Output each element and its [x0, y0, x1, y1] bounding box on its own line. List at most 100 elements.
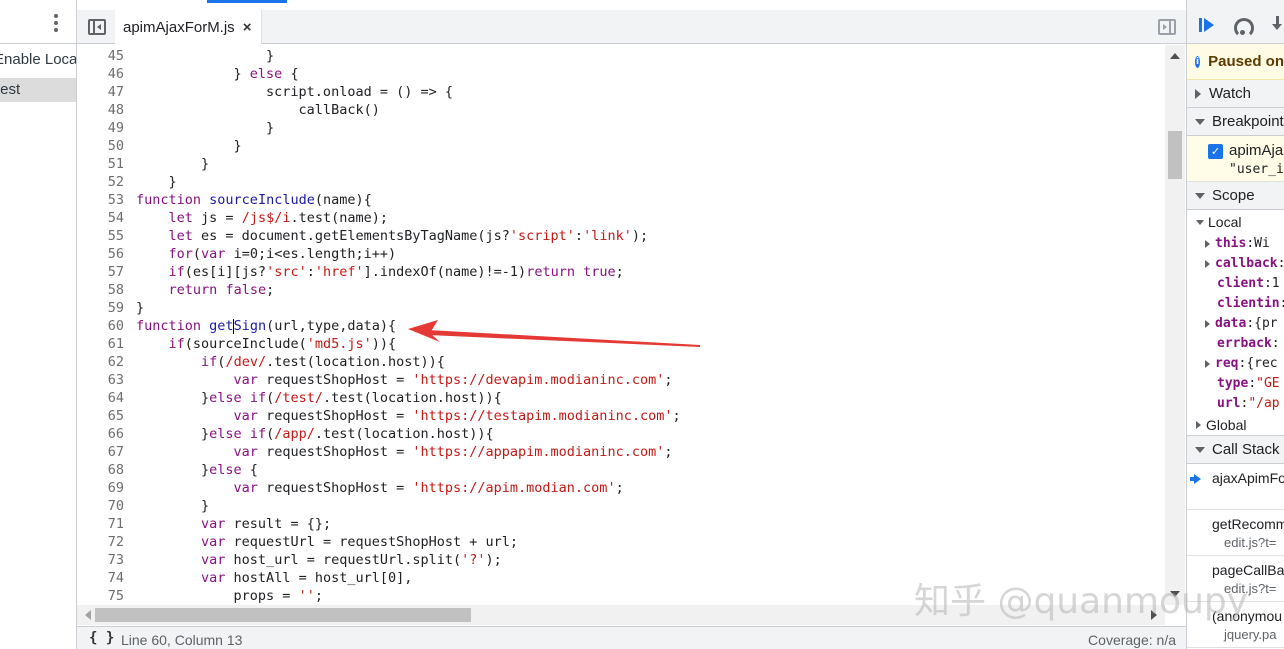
expand-icon[interactable] [1205, 360, 1210, 368]
scope-global[interactable]: Global [1187, 414, 1284, 436]
code-line[interactable]: 53 function sourceInclude(name){ [77, 191, 1167, 209]
line-number[interactable]: 62 [77, 353, 124, 371]
code-line[interactable]: 71 var result = {}; [77, 515, 1167, 533]
scope-property[interactable]: errback: [1187, 334, 1284, 354]
code-line[interactable]: 65 var requestShopHost = 'https://testap… [77, 407, 1167, 425]
call-frame[interactable]: getRecomm edit.js?t= [1187, 510, 1284, 556]
scope-property[interactable]: data: {pr [1187, 314, 1284, 334]
expand-icon[interactable] [1205, 260, 1210, 268]
line-number[interactable]: 54 [77, 209, 124, 227]
code-editor[interactable]: 45 } 46 } else {47 script.onload = () => … [77, 45, 1186, 605]
line-number[interactable]: 63 [77, 371, 124, 389]
code-line[interactable]: 45 } [77, 47, 1167, 65]
toggle-navigator-icon[interactable] [88, 19, 106, 35]
line-number[interactable]: 60 [77, 317, 124, 335]
scope-property[interactable]: req: {rec [1187, 354, 1284, 374]
line-number[interactable]: 75 [77, 587, 124, 605]
vertical-scrollbar[interactable] [1165, 45, 1185, 605]
line-number[interactable]: 70 [77, 497, 124, 515]
step-over-icon[interactable] [1232, 18, 1254, 38]
breakpoint-checkbox[interactable]: ✓ [1208, 144, 1223, 159]
scrollbar-thumb[interactable] [95, 608, 471, 622]
scroll-right-icon[interactable] [1151, 610, 1157, 620]
code-line[interactable]: 46 } else { [77, 65, 1167, 83]
line-number[interactable]: 55 [77, 227, 124, 245]
scroll-up-icon[interactable] [1170, 53, 1180, 59]
code-line[interactable]: 66 }else if(/app/.test(location.host)){ [77, 425, 1167, 443]
line-number[interactable]: 69 [77, 479, 124, 497]
code-line[interactable]: 55 let es = document.getElementsByTagNam… [77, 227, 1167, 245]
expand-icon[interactable] [1205, 240, 1210, 248]
section-call-stack[interactable]: Call Stack [1187, 436, 1284, 464]
line-number[interactable]: 59 [77, 299, 124, 317]
line-number[interactable]: 46 [77, 65, 124, 83]
code-line[interactable]: 74 var hostAll = host_url[0], [77, 569, 1167, 587]
code-line[interactable]: 54 let js = /js$/i.test(name); [77, 209, 1167, 227]
code-line[interactable]: 48 callBack() [77, 101, 1167, 119]
code-line[interactable]: 67 var requestShopHost = 'https://appapi… [77, 443, 1167, 461]
line-number[interactable]: 52 [77, 173, 124, 191]
navigator-item-test[interactable]: test [0, 78, 76, 102]
line-number[interactable]: 50 [77, 137, 124, 155]
scope-property[interactable]: clientin: [1187, 294, 1284, 314]
line-number[interactable]: 56 [77, 245, 124, 263]
pretty-print-icon[interactable]: { } [89, 630, 114, 646]
expand-icon[interactable] [1205, 320, 1210, 328]
code-line[interactable]: 50 } [77, 137, 1167, 155]
line-number[interactable]: 51 [77, 155, 124, 173]
scope-property[interactable]: url: "/ap [1187, 394, 1284, 414]
code-line[interactable]: 70 } [77, 497, 1167, 515]
code-line[interactable]: 57 if(es[i][js?'src':'href'].indexOf(nam… [77, 263, 1167, 281]
line-number[interactable]: 48 [77, 101, 124, 119]
code-line[interactable]: 56 for(var i=0;i<es.length;i++) [77, 245, 1167, 263]
line-number[interactable]: 53 [77, 191, 124, 209]
close-icon[interactable]: × [243, 19, 252, 36]
line-number[interactable]: 73 [77, 551, 124, 569]
code-line[interactable]: 52 } [77, 173, 1167, 191]
code-line[interactable]: 51 } [77, 155, 1167, 173]
line-number[interactable]: 57 [77, 263, 124, 281]
code-line[interactable]: 68 }else { [77, 461, 1167, 479]
line-number[interactable]: 67 [77, 443, 124, 461]
line-number[interactable]: 47 [77, 83, 124, 101]
line-number[interactable]: 45 [77, 47, 124, 65]
toggle-debugger-icon[interactable] [1158, 19, 1176, 35]
line-number[interactable]: 72 [77, 533, 124, 551]
scroll-down-icon[interactable] [1170, 591, 1180, 597]
line-number[interactable]: 74 [77, 569, 124, 587]
scope-local[interactable]: Local [1187, 210, 1284, 234]
section-watch[interactable]: Watch [1187, 80, 1284, 108]
horizontal-scrollbar[interactable] [77, 605, 1165, 625]
line-number[interactable]: 61 [77, 335, 124, 353]
line-number[interactable]: 68 [77, 461, 124, 479]
line-number[interactable]: 65 [77, 407, 124, 425]
code-line[interactable]: 64 }else if(/test/.test(location.host)){ [77, 389, 1167, 407]
code-line[interactable]: 62 if(/dev/.test(location.host)){ [77, 353, 1167, 371]
scope-property[interactable]: client: 1 [1187, 274, 1284, 294]
section-breakpoints[interactable]: Breakpoints [1187, 108, 1284, 136]
navigator-item-enable-local[interactable]: Enable Local [0, 44, 76, 76]
code-line[interactable]: 75 props = ''; [77, 587, 1167, 605]
scope-property[interactable]: callback: [1187, 254, 1284, 274]
line-number[interactable]: 49 [77, 119, 124, 137]
scope-property[interactable]: type: "GE [1187, 374, 1284, 394]
code-line[interactable]: 47 script.onload = () => { [77, 83, 1167, 101]
code-line[interactable]: 49 } [77, 119, 1167, 137]
line-number[interactable]: 58 [77, 281, 124, 299]
call-frame[interactable]: (anonymou jquery.pa [1187, 602, 1284, 648]
step-into-icon[interactable] [1271, 16, 1284, 36]
tab-apimajaxform[interactable]: apimAjaxForM.js × [115, 10, 263, 44]
code-line[interactable]: 59} [77, 299, 1167, 317]
code-line[interactable]: 73 var host_url = requestUrl.split('?'); [77, 551, 1167, 569]
code-line[interactable]: 72 var requestUrl = requestShopHost + ur… [77, 533, 1167, 551]
line-number[interactable]: 71 [77, 515, 124, 533]
code-line[interactable]: 60 function getSign(url,type,data){ [77, 317, 1167, 335]
call-frame[interactable]: ajaxApimFo [1187, 464, 1284, 510]
breakpoint-item[interactable]: ✓ apimAja "user_i [1187, 136, 1284, 182]
scrollbar-thumb[interactable] [1168, 131, 1182, 179]
line-number[interactable]: 66 [77, 425, 124, 443]
scope-property[interactable]: this: Wi [1187, 234, 1284, 254]
scroll-left-icon[interactable] [85, 610, 91, 620]
more-options-icon[interactable] [50, 14, 62, 32]
section-scope[interactable]: Scope [1187, 182, 1284, 210]
